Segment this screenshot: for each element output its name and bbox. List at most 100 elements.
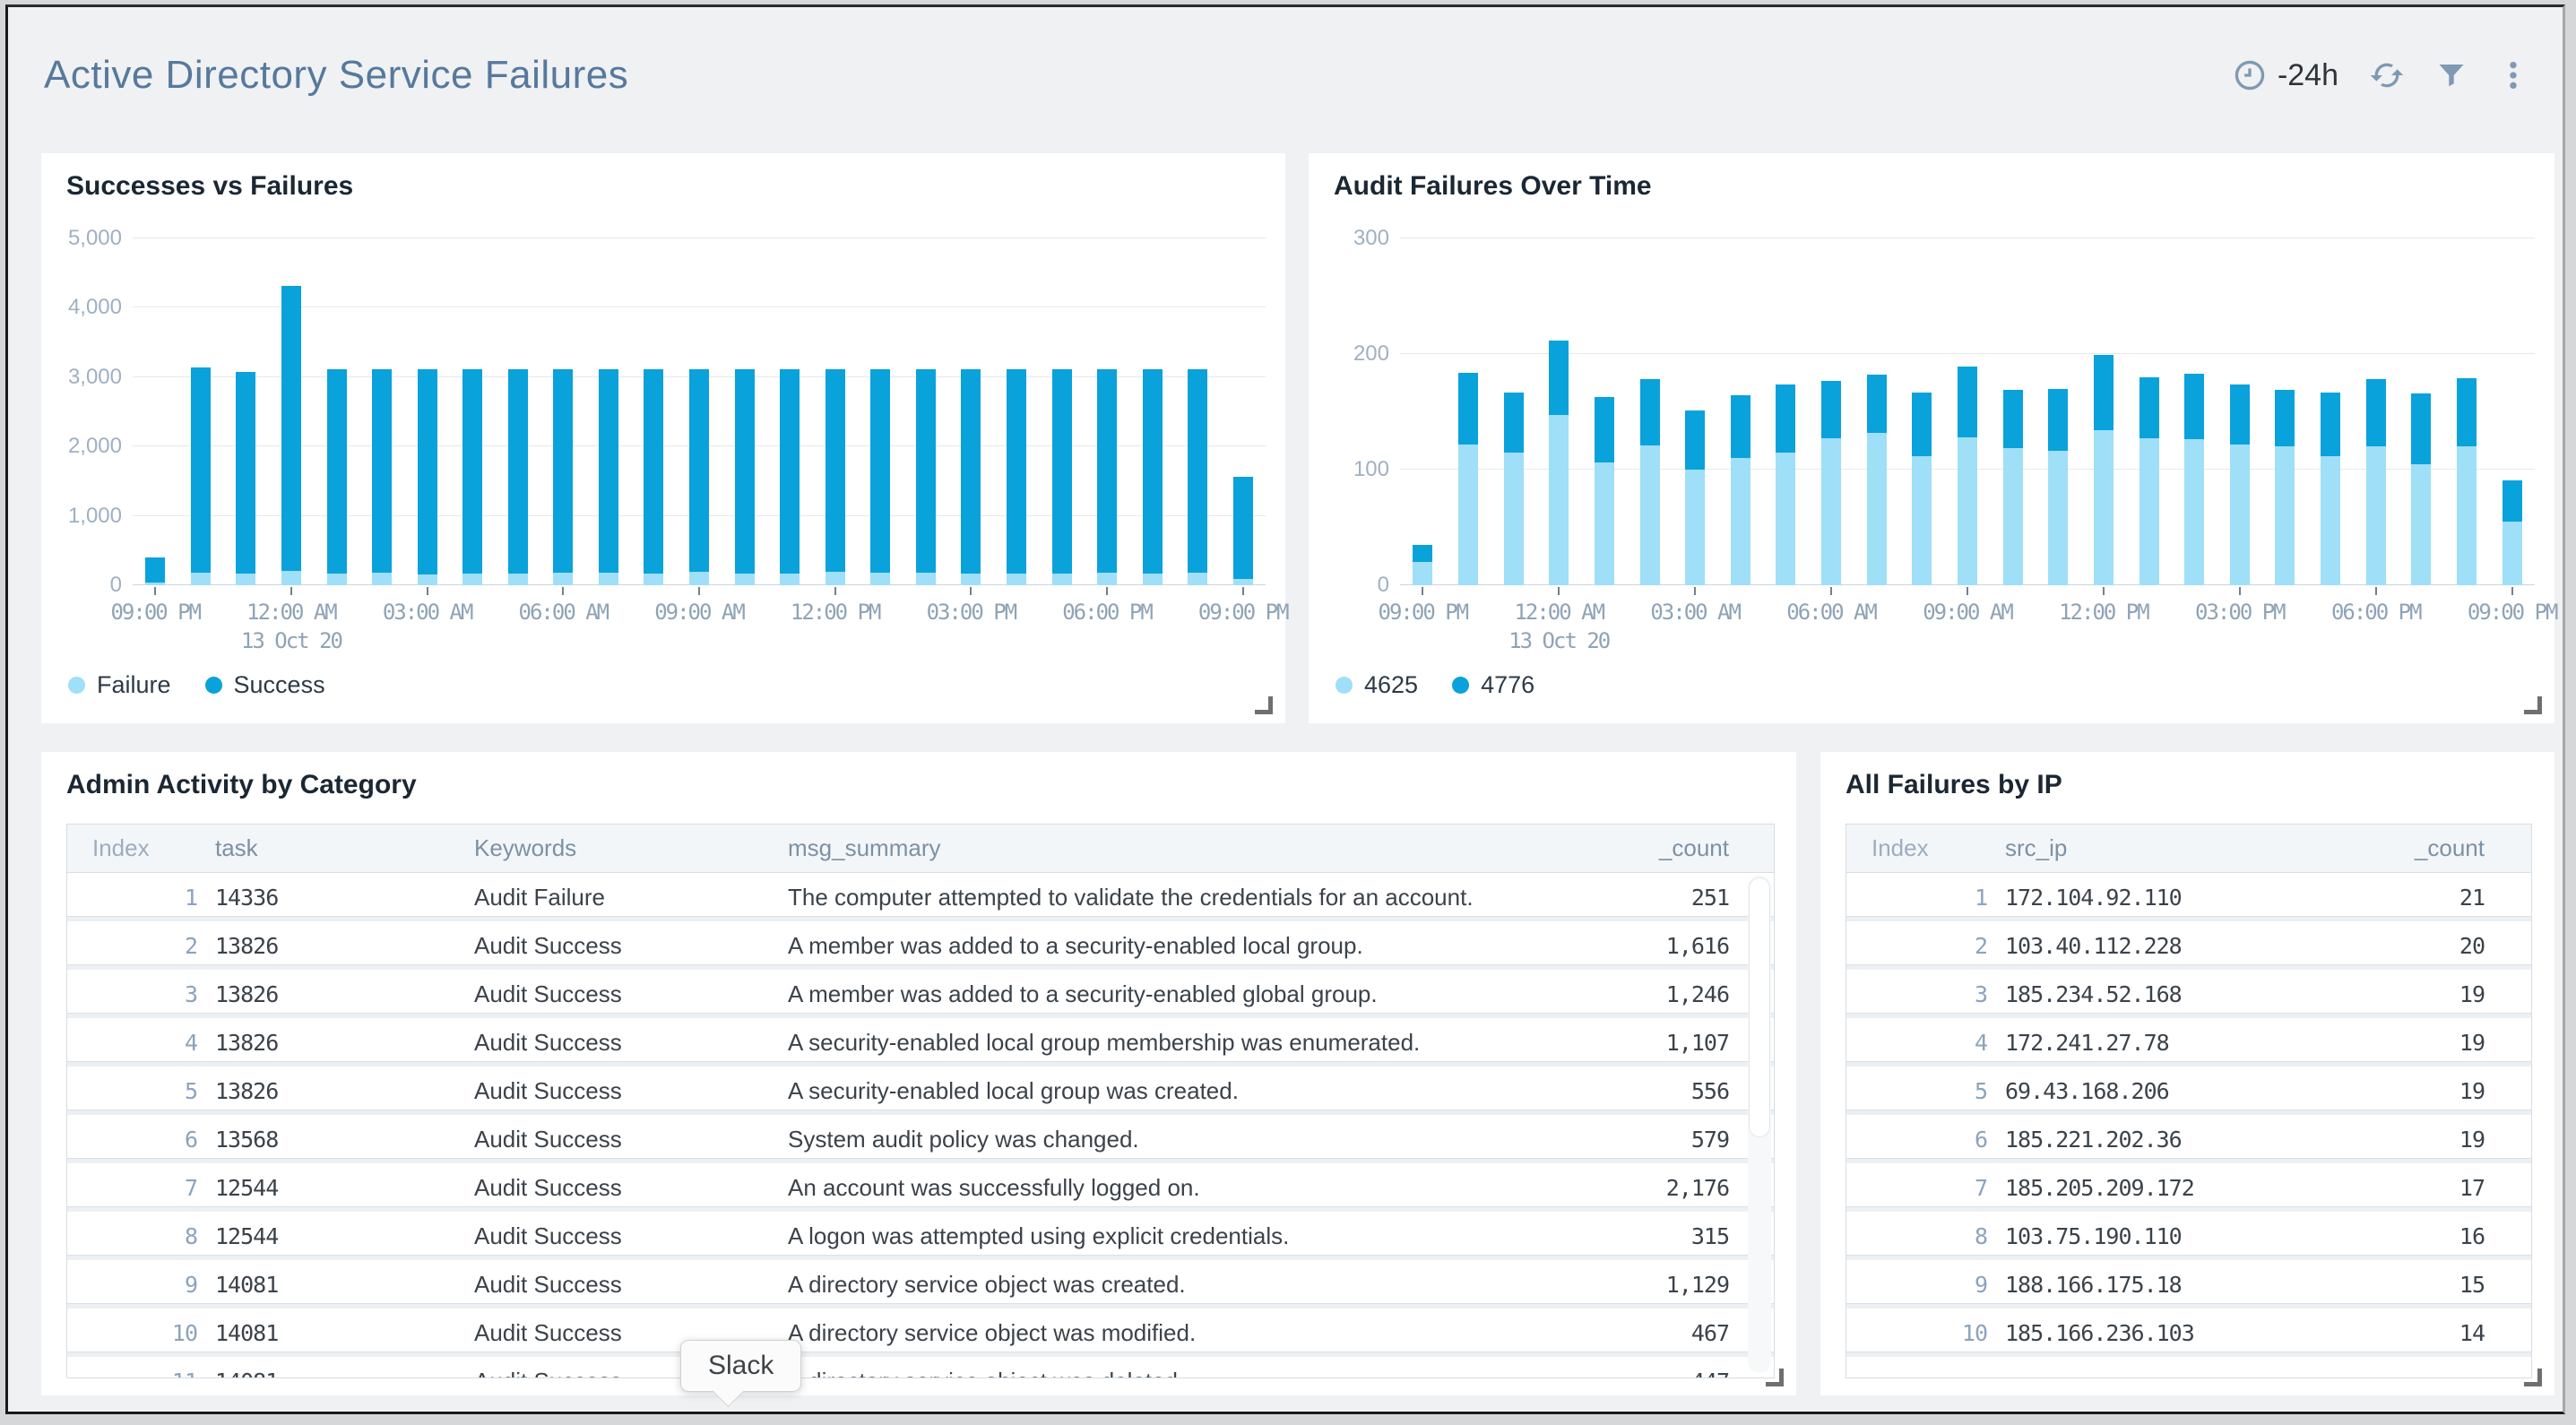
bar-segment-Failure[interactable] xyxy=(826,572,845,585)
bar-segment-Failure[interactable] xyxy=(1052,574,1072,585)
bar-06:00 PM[interactable] xyxy=(2366,379,2386,585)
table-row[interactable]: 513826Audit SuccessA security-enabled lo… xyxy=(67,1067,1774,1115)
bar-segment-4776[interactable] xyxy=(1595,397,1614,463)
bar-segment-4625[interactable] xyxy=(1458,445,1478,585)
bar-segment-Failure[interactable] xyxy=(644,574,663,585)
bar-08:00 AM[interactable] xyxy=(1912,393,1932,585)
bar-08:00 AM[interactable] xyxy=(644,369,663,585)
bar-segment-4776[interactable] xyxy=(1867,375,1887,433)
bar-05:00 AM[interactable] xyxy=(1776,384,1795,585)
bar-segment-4776[interactable] xyxy=(2139,377,2159,438)
bar-segment-4625[interactable] xyxy=(2094,430,2114,585)
bar-11:00 AM[interactable] xyxy=(2048,389,2068,585)
bar-segment-Failure[interactable] xyxy=(145,583,165,585)
bar-01:00 PM[interactable] xyxy=(2139,377,2159,585)
bar-segment-4625[interactable] xyxy=(2503,522,2522,585)
legend-item-4776[interactable]: 4776 xyxy=(1452,671,1534,699)
bar-segment-4625[interactable] xyxy=(1776,453,1795,585)
bar-segment-4625[interactable] xyxy=(2139,438,2159,585)
bar-segment-4625[interactable] xyxy=(1821,438,1841,585)
column-header-_count[interactable]: _count xyxy=(2368,834,2485,862)
bar-segment-Success[interactable] xyxy=(191,367,211,573)
bar-segment-4625[interactable] xyxy=(2048,451,2068,585)
bar-04:00 AM[interactable] xyxy=(462,369,482,585)
bar-segment-4776[interactable] xyxy=(1821,381,1841,439)
bar-segment-Success[interactable] xyxy=(553,369,573,573)
bar-segment-4776[interactable] xyxy=(1776,384,1795,453)
bar-01:00 AM[interactable] xyxy=(327,369,347,585)
bar-09:00 PM[interactable] xyxy=(145,557,165,585)
bar-segment-Success[interactable] xyxy=(418,369,437,574)
bar-segment-4625[interactable] xyxy=(2230,445,2250,585)
bar-segment-4776[interactable] xyxy=(1413,545,1432,562)
bar-segment-Failure[interactable] xyxy=(1143,574,1163,585)
table-row[interactable]: 914081Audit SuccessA directory service o… xyxy=(67,1260,1774,1308)
table-row[interactable]: 3185.234.52.16819 xyxy=(1846,970,2531,1018)
bar-segment-4625[interactable] xyxy=(1595,462,1614,585)
table-row[interactable]: 812544Audit SuccessA logon was attempted… xyxy=(67,1212,1774,1260)
bar-segment-Failure[interactable] xyxy=(1007,574,1026,585)
bar-segment-Failure[interactable] xyxy=(689,572,709,585)
bar-06:00 PM[interactable] xyxy=(1097,369,1117,585)
bar-09:00 PM[interactable] xyxy=(1233,477,1253,585)
bar-segment-Success[interactable] xyxy=(508,369,528,573)
bar-09:00 PM[interactable] xyxy=(1413,545,1432,585)
bar-04:00 PM[interactable] xyxy=(1007,369,1026,585)
column-header-Index[interactable]: Index xyxy=(67,834,215,862)
table-row[interactable]: 413826Audit SuccessA security-enabled lo… xyxy=(67,1018,1774,1067)
bar-segment-4776[interactable] xyxy=(2184,374,2204,440)
time-range-control[interactable]: -24h xyxy=(2233,58,2338,93)
bar-segment-4625[interactable] xyxy=(1549,415,1569,585)
table-scrollbar[interactable] xyxy=(1748,876,1771,1373)
bar-segment-4776[interactable] xyxy=(1731,395,1750,458)
bar-segment-Failure[interactable] xyxy=(599,573,618,585)
bar-segment-Failure[interactable] xyxy=(916,573,936,585)
bar-09:00 AM[interactable] xyxy=(1958,367,1977,585)
bar-segment-4625[interactable] xyxy=(1640,445,1660,585)
bar-10:00 PM[interactable] xyxy=(191,367,211,585)
bar-segment-4776[interactable] xyxy=(1640,379,1660,445)
bar-04:00 PM[interactable] xyxy=(2275,390,2295,585)
bar-01:00 AM[interactable] xyxy=(1595,397,1614,585)
bar-09:00 PM[interactable] xyxy=(2503,480,2522,585)
panel-resize-handle-icon[interactable] xyxy=(1255,696,1273,714)
table-row[interactable]: 114336Audit FailureThe computer attempte… xyxy=(67,873,1774,921)
bar-03:00 AM[interactable] xyxy=(418,369,437,585)
column-header-_count[interactable]: _count xyxy=(1586,834,1729,862)
bar-segment-4776[interactable] xyxy=(1958,367,1977,437)
column-header-Keywords[interactable]: Keywords xyxy=(474,834,788,862)
table-row[interactable]: 6185.221.202.3619 xyxy=(1846,1115,2531,1163)
table-row[interactable]: 8103.75.190.11016 xyxy=(1846,1212,2531,1260)
bar-02:00 AM[interactable] xyxy=(1640,379,1660,585)
bar-segment-Success[interactable] xyxy=(961,369,981,573)
bar-segment-4625[interactable] xyxy=(1504,453,1524,585)
bar-segment-4776[interactable] xyxy=(1912,393,1932,456)
bar-10:00 PM[interactable] xyxy=(1458,373,1478,585)
bar-segment-Success[interactable] xyxy=(327,369,347,574)
bar-segment-Success[interactable] xyxy=(780,369,800,574)
bar-segment-4776[interactable] xyxy=(2457,378,2477,446)
legend-item-failure[interactable]: Failure xyxy=(68,671,171,699)
bar-segment-Success[interactable] xyxy=(281,286,301,570)
bar-segment-Success[interactable] xyxy=(870,369,890,573)
bar-segment-4625[interactable] xyxy=(2411,464,2431,585)
bar-segment-Failure[interactable] xyxy=(961,574,981,585)
bar-segment-4625[interactable] xyxy=(2275,446,2295,585)
bar-segment-Success[interactable] xyxy=(372,369,392,573)
bar-segment-Failure[interactable] xyxy=(1188,573,1207,585)
bar-02:00 PM[interactable] xyxy=(916,369,936,585)
column-header-task[interactable]: task xyxy=(215,834,474,862)
bar-segment-Success[interactable] xyxy=(1233,477,1253,579)
bar-segment-Success[interactable] xyxy=(145,557,165,583)
bar-02:00 AM[interactable] xyxy=(372,369,392,585)
bar-segment-4625[interactable] xyxy=(1912,456,1932,585)
bar-segment-4776[interactable] xyxy=(1685,410,1705,470)
table-row[interactable]: 313826Audit SuccessA member was added to… xyxy=(67,970,1774,1018)
bar-11:00 PM[interactable] xyxy=(236,372,255,585)
table-row[interactable]: 4172.241.27.7819 xyxy=(1846,1018,2531,1067)
bar-segment-Failure[interactable] xyxy=(191,573,211,585)
bar-07:00 AM[interactable] xyxy=(1867,375,1887,585)
bar-12:00 PM[interactable] xyxy=(826,369,845,585)
bar-segment-Failure[interactable] xyxy=(1233,579,1253,585)
bar-segment-4625[interactable] xyxy=(1685,470,1705,585)
